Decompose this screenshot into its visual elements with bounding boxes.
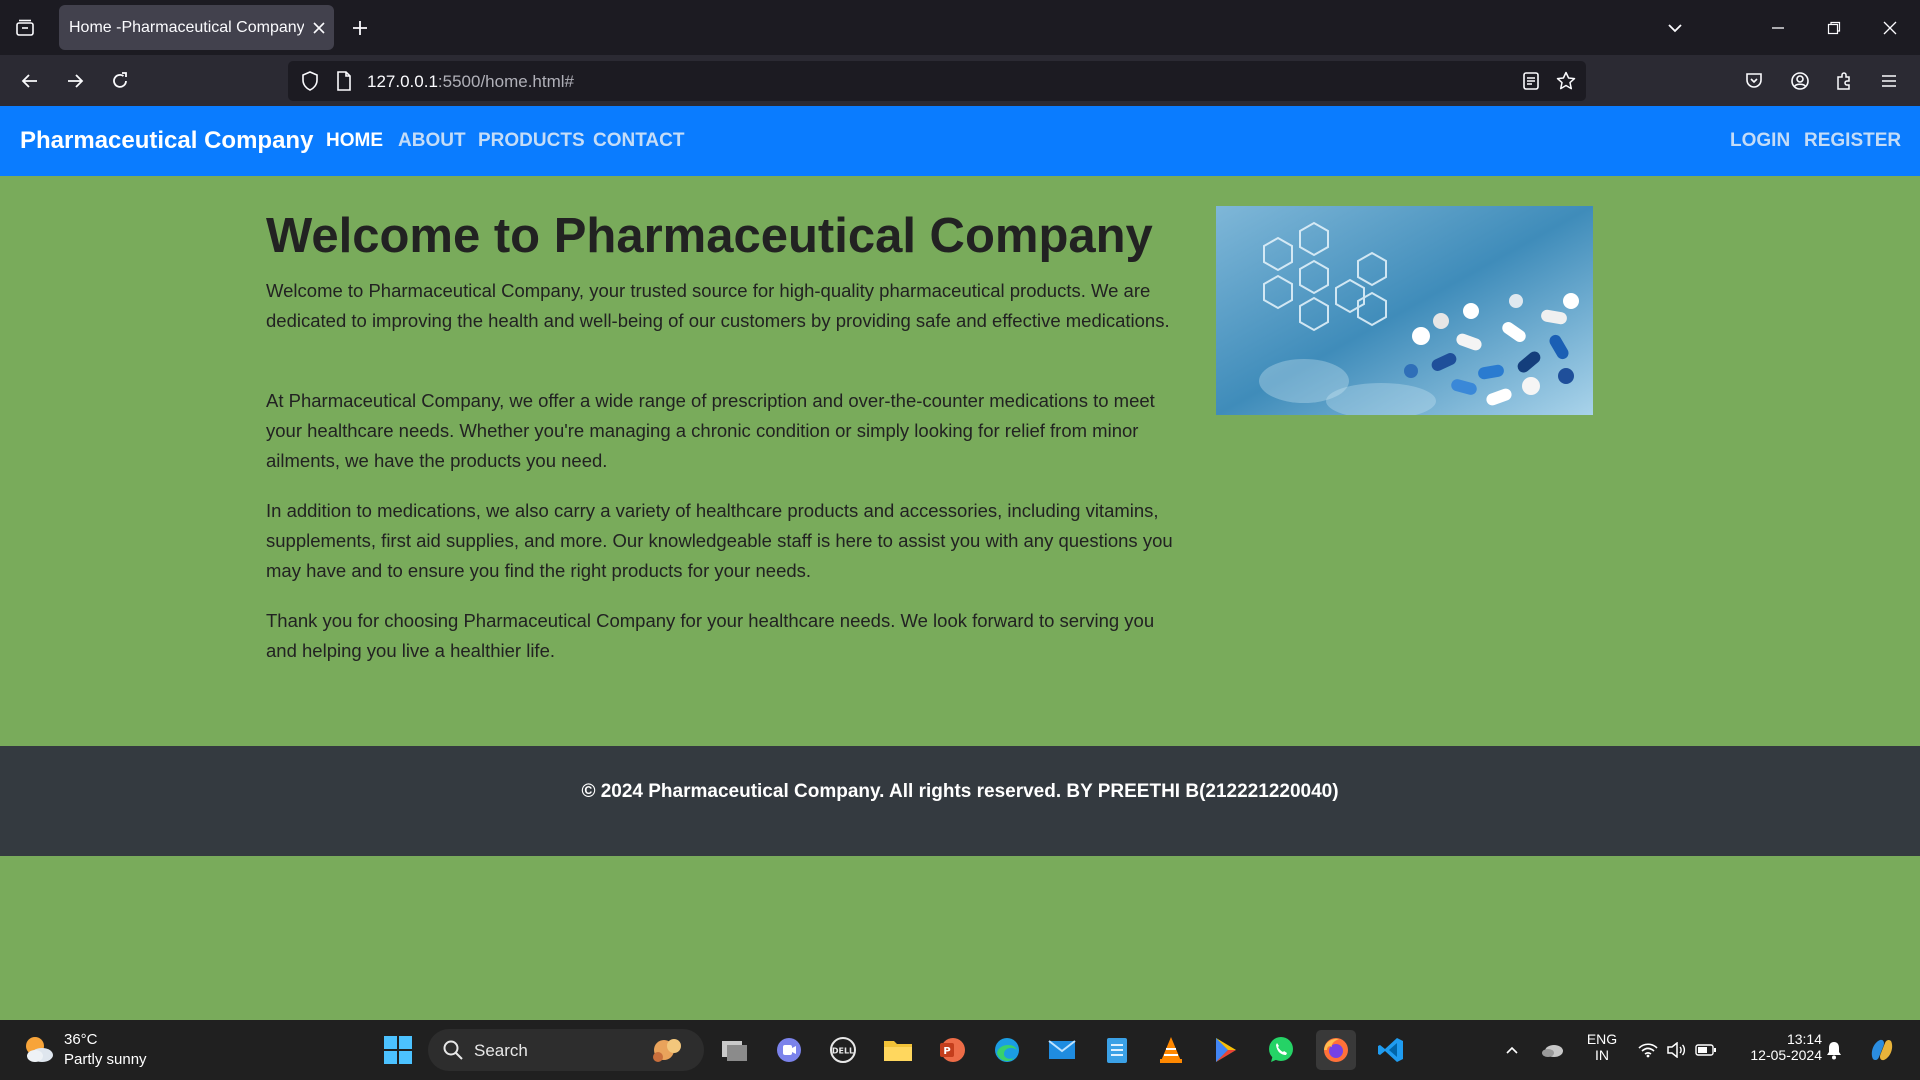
site-brand[interactable]: Pharmaceutical Company [20,127,313,155]
thanks-paragraph: Thank you for choosing Pharmaceutical Co… [266,610,1155,661]
account-icon[interactable] [1784,65,1816,97]
notepad-icon[interactable] [1097,1030,1137,1070]
url-text[interactable]: 127.0.0.1:5500/home.html# [367,72,574,92]
reader-view-icon[interactable] [1517,67,1545,95]
minimize-icon[interactable] [1756,8,1800,48]
file-explorer-icon[interactable] [878,1030,918,1070]
browser-tab-bar: Home -Pharmaceutical Company [0,0,1920,55]
weather-temperature[interactable]: 36°C [64,1031,98,1048]
address-bar[interactable]: 127.0.0.1:5500/home.html# [288,61,1586,101]
svg-text:DELL: DELL [832,1047,854,1056]
url-host: 127.0.0.1 [367,72,438,91]
dell-icon[interactable]: DELL [823,1030,863,1070]
copilot-icon[interactable] [1866,1034,1898,1066]
teams-chat-icon[interactable] [769,1030,809,1070]
language-indicator[interactable]: ENG IN [1582,1031,1622,1063]
url-path: :5500/home.html# [437,72,574,91]
mail-icon[interactable] [1042,1030,1082,1070]
clock[interactable]: 13:14 12-05-2024 [1732,1031,1822,1063]
nav-about[interactable]: ABOUT [398,130,466,152]
vlc-icon[interactable] [1151,1030,1191,1070]
language-code: ENG [1586,1031,1618,1047]
restore-icon[interactable] [1812,8,1856,48]
new-tab-icon[interactable] [345,13,375,43]
clock-date: 12-05-2024 [1750,1047,1822,1063]
volume-icon[interactable] [1664,1038,1688,1062]
intro-paragraph: Welcome to Pharmaceutical Company, your … [266,280,1170,331]
search-placeholder: Search [474,1041,528,1060]
pocket-icon[interactable] [1738,65,1770,97]
site-header: Pharmaceutical Company HOME ABOUT PRODUC… [0,106,1920,176]
tab-title: Home -Pharmaceutical Company [69,18,304,36]
wifi-icon[interactable] [1636,1038,1660,1062]
offer-paragraph: At Pharmaceutical Company, we offer a wi… [266,390,1155,471]
firefox-icon[interactable] [1316,1030,1356,1070]
browser-toolbar: 127.0.0.1:5500/home.html# [0,55,1920,106]
search-highlight-icon [646,1033,690,1072]
shield-icon[interactable] [296,67,324,95]
whatsapp-icon[interactable] [1261,1030,1301,1070]
onedrive-icon[interactable] [1541,1038,1565,1062]
pharma-hero-image [1216,206,1593,415]
region-code: IN [1595,1047,1609,1063]
notification-bell-icon[interactable] [1822,1038,1846,1062]
battery-icon[interactable] [1694,1038,1718,1062]
forward-icon[interactable] [59,65,91,97]
chevron-down-icon[interactable] [1660,13,1690,43]
taskbar: 36°C Partly sunny Search DELL P ENG IN 1… [0,1020,1920,1080]
edge-icon[interactable] [987,1030,1027,1070]
vscode-icon[interactable] [1371,1030,1411,1070]
nav-contact[interactable]: CONTACT [593,130,684,152]
taskbar-search[interactable]: Search [428,1029,704,1071]
bookmark-star-icon[interactable] [1552,67,1580,95]
nav-login[interactable]: LOGIN [1730,130,1790,152]
nav-register[interactable]: REGISTER [1804,130,1901,152]
nav-products[interactable]: PRODUCTS [478,130,585,152]
products-paragraph: In addition to medications, we also carr… [266,500,1173,581]
weather-description[interactable]: Partly sunny [64,1051,147,1068]
page-icon[interactable] [330,67,358,95]
menu-icon[interactable] [1873,65,1905,97]
browser-tab-active[interactable]: Home -Pharmaceutical Company [59,5,334,50]
close-window-icon[interactable] [1868,8,1912,48]
site-footer: © 2024 Pharmaceutical Company. All right… [0,746,1920,856]
back-icon[interactable] [14,65,46,97]
tab-close-icon[interactable] [304,13,334,43]
search-icon [442,1039,464,1066]
chevron-up-icon[interactable] [1500,1038,1524,1062]
reload-icon[interactable] [104,65,136,97]
task-view-icon[interactable] [714,1030,754,1070]
page-title: Welcome to Pharmaceutical Company [266,209,1153,263]
powerpoint-icon[interactable]: P [932,1030,972,1070]
play-store-icon[interactable] [1206,1030,1246,1070]
footer-copyright: © 2024 Pharmaceutical Company. All right… [581,781,1339,802]
windows-start-icon[interactable] [380,1032,416,1068]
weather-sun-cloud-icon[interactable] [20,1031,56,1067]
clock-time: 13:14 [1786,1031,1822,1047]
tab-list-icon[interactable] [10,14,40,42]
extensions-icon[interactable] [1828,65,1860,97]
nav-home[interactable]: HOME [326,130,383,152]
svg-text:P: P [943,1046,950,1057]
